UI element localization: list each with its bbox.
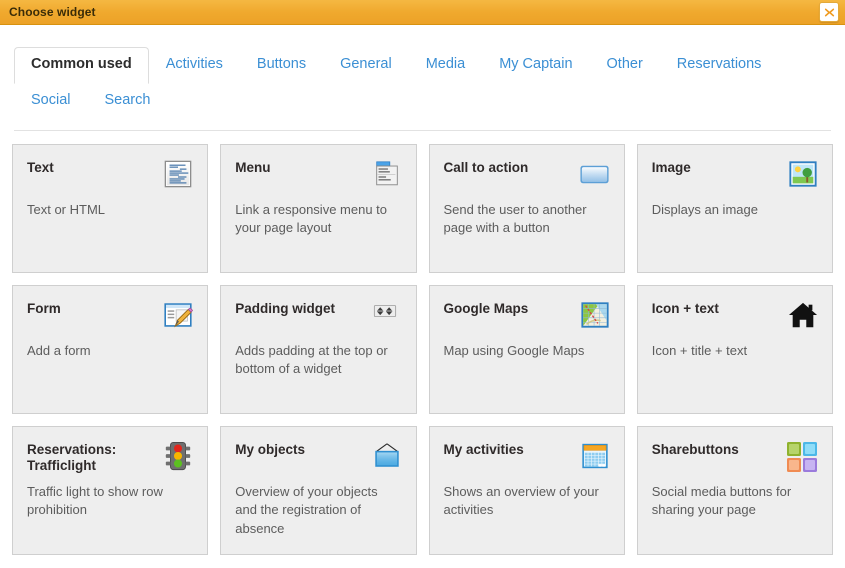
widget-card[interactable]: Form Add a form [12,284,209,414]
spinner-arrows-icon [368,300,402,334]
picture-icon [784,159,818,193]
tab-label: Media [425,56,466,72]
close-button[interactable] [819,2,839,22]
widget-card-header: My activities [444,441,610,479]
widget-card-header: Google Maps [444,300,610,338]
widget-card-header: Sharebuttons [652,441,818,479]
tab-search[interactable]: Search [88,83,168,120]
widget-card-header: Image [652,159,818,197]
widget-card-header: Form [27,300,194,338]
tab-label: Other [606,56,643,72]
widget-card-header: Reservations: Trafficlight [27,441,193,479]
tab-divider [14,129,831,131]
widget-card-header: My objects [235,441,401,479]
tab-bar: Common used Activities Buttons General Media… [0,25,845,131]
tab-label: General [340,56,392,72]
widget-title: Reservations: Trafficlight [27,441,117,474]
tab-general[interactable]: General [323,47,409,84]
widget-description: Social media buttons for sharing your pa… [651,483,792,518]
tab-label: Social [31,91,71,108]
widget-description: Add a form [27,342,91,358]
widget-card[interactable]: Google Maps Map using Google Maps [428,284,625,414]
widget-card[interactable]: Image Displays an image [636,143,833,273]
tab-common-used[interactable]: Common used [14,47,149,84]
widget-card[interactable]: Call to action Send the user to another p… [428,143,625,273]
close-icon [824,7,835,18]
widget-card-header: Menu [235,159,401,197]
widget-card[interactable]: Sharebuttons Social media buttons for sha… [636,425,833,555]
widget-description: Overview of your objects and the registr… [235,483,378,536]
widget-description: Adds padding at the top or bottom of a w… [235,342,388,377]
widget-title: Padding widget [235,300,335,316]
widget-title: Form [27,300,61,316]
widget-card[interactable]: Reservations: Trafficlight Traffic light … [12,425,209,555]
widget-title: Image [651,159,691,175]
widget-title: Sharebuttons [651,441,739,457]
dropdown-menu-icon [368,159,402,193]
tab-label: Buttons [256,56,307,72]
hanging-sign-icon [368,441,402,475]
tab-buttons[interactable]: Buttons [240,47,323,84]
tab-my-captain[interactable]: My Captain [482,47,589,84]
widget-card[interactable]: Icon + text Icon + title + text [636,284,833,414]
widget-description: Text or HTML [27,201,106,217]
widget-card-header: Icon + text [652,300,818,338]
home-icon [784,300,818,334]
document-text-icon [159,159,193,193]
calendar-icon [576,441,610,475]
tab-label: Search [104,91,151,108]
map-icon [576,300,610,334]
widget-title: My activities [443,441,524,457]
widget-grid: Text Text or HTML Menu Link a responsive me… [0,131,845,555]
widget-card-header: Text [27,159,193,197]
widget-description: Shows an overview of your activities [443,483,599,518]
widget-description: Traffic light to show row prohibition [27,483,163,518]
tab-label: Activities [165,56,223,72]
form-pencil-icon [159,300,194,334]
tab-list: Common used Activities Buttons General Media… [14,47,831,119]
tab-label: Reservations [676,56,762,72]
widget-card[interactable]: My objects Overview of your objects and t… [220,425,417,555]
widget-description: Link a responsive menu to your page layo… [235,201,388,236]
blue-button-icon [576,159,610,193]
dialog-titlebar: Choose widget [0,0,845,25]
tab-activities[interactable]: Activities [149,47,240,84]
widget-title: My objects [235,441,306,457]
widget-description: Displays an image [651,201,758,217]
traffic-light-icon [159,441,193,475]
widget-description: Icon + title + text [651,342,748,358]
widget-description: Send the user to another page with a but… [443,201,587,236]
widget-card[interactable]: My activities Shows an overview of your a… [428,425,625,555]
widget-card[interactable]: Menu Link a responsive menu to your page … [220,143,417,273]
widget-card-header: Padding widget [235,300,401,338]
widget-card[interactable]: Padding widget Adds padding at the top or… [220,284,417,414]
dialog-title: Choose widget [9,5,96,19]
share-squares-icon [784,441,818,475]
widget-description: Map using Google Maps [443,342,585,358]
widget-title: Google Maps [443,300,529,316]
tab-social[interactable]: Social [14,83,88,120]
tab-label: Common used [31,56,132,72]
widget-card[interactable]: Text Text or HTML [12,143,209,273]
tab-reservations[interactable]: Reservations [660,47,779,84]
widget-title: Text [27,159,54,175]
widget-title: Icon + text [651,300,719,316]
tab-label: My Captain [499,56,573,72]
widget-card-header: Call to action [444,159,610,197]
tab-media[interactable]: Media [409,47,483,84]
widget-title: Menu [235,159,271,175]
tab-other[interactable]: Other [590,47,660,84]
widget-title: Call to action [443,159,529,175]
